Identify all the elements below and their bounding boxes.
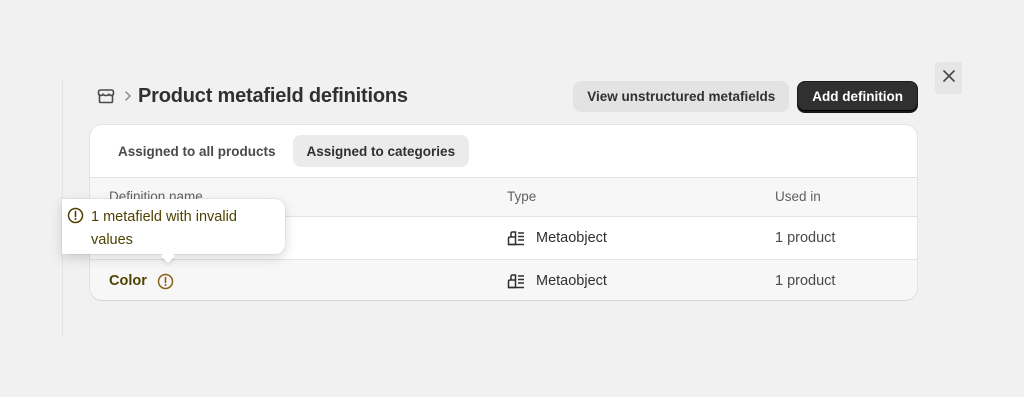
definition-name-cell: Color <box>109 260 174 300</box>
header-actions: View unstructured metafields Add definit… <box>573 80 918 112</box>
tab-bar: Assigned to all products Assigned to cat… <box>90 125 917 178</box>
type-label: Metaobject <box>536 230 607 246</box>
add-definition-button[interactable]: Add definition <box>797 80 918 112</box>
alert-circle-icon <box>67 207 84 228</box>
column-header-type: Type <box>507 189 537 204</box>
type-cell: Metaobject <box>507 217 607 259</box>
tooltip-text: 1 metafield with invalid values <box>91 209 237 248</box>
close-button[interactable] <box>935 62 962 94</box>
definition-name: Color <box>109 273 147 289</box>
close-icon <box>942 69 956 88</box>
used-in-cell: 1 product <box>775 230 836 246</box>
used-in-cell: 1 product <box>775 273 836 289</box>
metaobject-icon <box>507 273 525 289</box>
invalid-values-tooltip: 1 metafield with invalid values <box>62 199 285 264</box>
type-label: Metaobject <box>536 273 607 289</box>
type-cell: Metaobject <box>507 260 607 300</box>
metaobject-icon <box>507 230 525 246</box>
page-title: Product metafield definitions <box>138 84 408 107</box>
page-header: Product metafield definitions View unstr… <box>96 78 918 114</box>
chevron-right-icon <box>124 90 132 102</box>
table-row[interactable]: Color Metaobject 1 product <box>90 260 917 300</box>
store-icon[interactable] <box>96 86 116 106</box>
view-unstructured-metafields-button[interactable]: View unstructured metafields <box>573 80 790 112</box>
column-header-used-in: Used in <box>775 189 821 204</box>
alert-circle-icon[interactable] <box>157 273 174 290</box>
tab-assigned-to-categories[interactable]: Assigned to categories <box>292 135 470 167</box>
tab-assigned-to-all-products[interactable]: Assigned to all products <box>109 135 285 167</box>
